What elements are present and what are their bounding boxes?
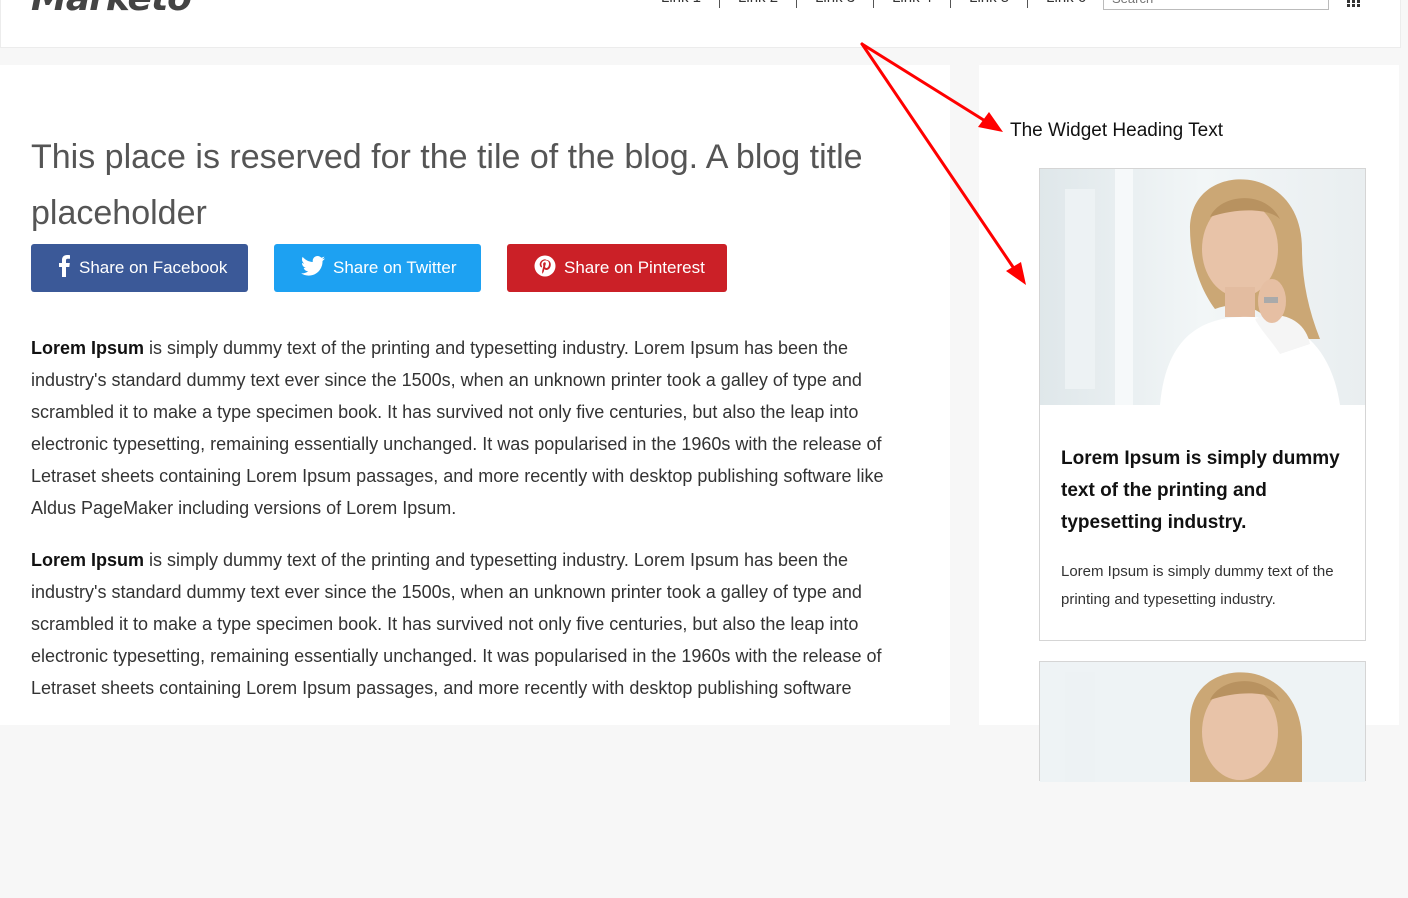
paragraph-lead: Lorem Ipsum (31, 550, 145, 570)
paragraph-text: is simply dummy text of the printing and… (31, 338, 884, 518)
share-pinterest-button[interactable]: Share on Pinterest (507, 244, 727, 292)
article-paragraph: Lorem Ipsum is simply dummy text of the … (31, 332, 911, 524)
widget-card[interactable] (1039, 661, 1366, 782)
nav-link-2[interactable]: Link 2 (720, 0, 798, 8)
blog-title: This place is reserved for the tile of t… (31, 138, 863, 232)
nav-link-4[interactable]: Link 4 (874, 0, 952, 8)
card-text: Lorem Ipsum is simply dummy text of the … (1061, 563, 1334, 608)
blog-main: This place is reserved for the tile of t… (0, 65, 950, 725)
twitter-icon (301, 255, 325, 281)
site-logo[interactable]: Marketo (31, 0, 192, 19)
main-nav: Link 1 Link 2 Link 3 Link 4 Link 5 Link … (643, 0, 1104, 8)
site-header: Marketo Link 1 Link 2 Link 3 Link 4 Link… (0, 0, 1401, 48)
share-twitter-button[interactable]: Share on Twitter (274, 244, 481, 292)
article-body: Lorem Ipsum is simply dummy text of the … (31, 332, 911, 724)
nav-link-3[interactable]: Link 3 (797, 0, 875, 8)
card-image (1040, 662, 1365, 898)
card-image (1040, 169, 1365, 405)
share-pinterest-label: Share on Pinterest (564, 258, 705, 277)
nav-link-1[interactable]: Link 1 (643, 0, 721, 8)
paragraph-text: is simply dummy text of the printing and… (31, 550, 882, 698)
widget-card[interactable]: Lorem Ipsum is simply dummy text of the … (1039, 168, 1366, 641)
card-title: Lorem Ipsum is simply dummy text of the … (1061, 448, 1340, 533)
article-paragraph: Lorem Ipsum is simply dummy text of the … (31, 544, 911, 704)
grid-icon[interactable] (1347, 0, 1360, 7)
share-facebook-button[interactable]: Share on Facebook (31, 244, 248, 292)
nav-link-5[interactable]: Link 5 (951, 0, 1029, 8)
facebook-icon (57, 254, 71, 282)
search-input[interactable] (1103, 0, 1329, 10)
sidebar: The Widget Heading Text Lorem Ipsum is s… (979, 65, 1399, 782)
paragraph-lead: Lorem Ipsum (31, 338, 145, 358)
share-twitter-label: Share on Twitter (333, 258, 457, 277)
share-facebook-label: Share on Facebook (79, 258, 228, 277)
widget-heading: The Widget Heading Text (1010, 120, 1223, 141)
nav-link-6[interactable]: Link 6 (1028, 0, 1104, 8)
pinterest-icon (534, 255, 556, 282)
